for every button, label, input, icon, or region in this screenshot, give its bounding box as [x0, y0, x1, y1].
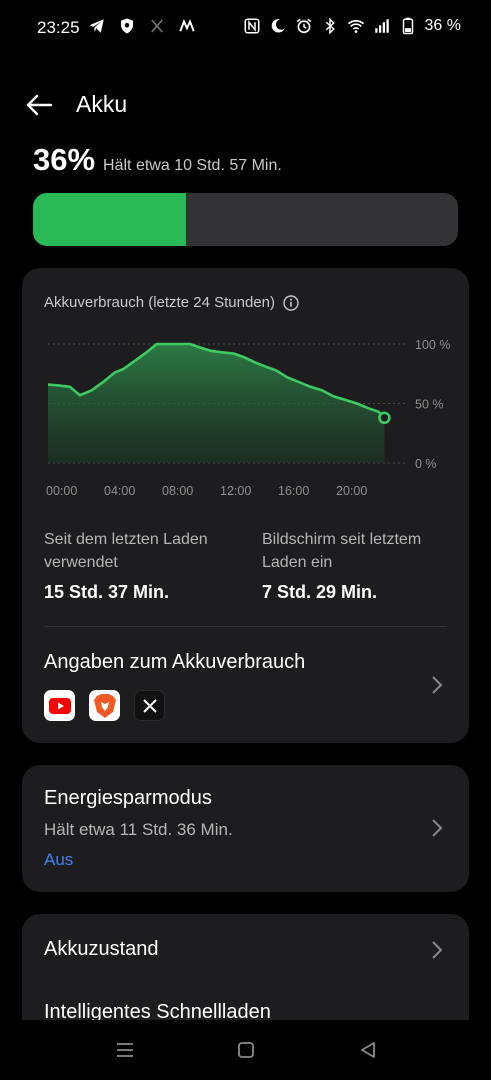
battery-level-fill — [33, 193, 186, 246]
x-app-icon — [134, 690, 165, 721]
stat-screen-value: 7 Std. 29 Min. — [262, 582, 378, 602]
x-icon — [148, 17, 166, 35]
shield-icon — [118, 17, 136, 35]
power-saver-title: Energiesparmodus — [44, 787, 212, 809]
signal-icon — [373, 17, 391, 35]
battery-level-bar — [33, 193, 458, 246]
current-level-point — [378, 411, 391, 425]
notification-icons — [88, 17, 196, 35]
page-title: Akku — [76, 91, 128, 117]
system-icons: 36 % — [243, 17, 461, 35]
y-tick-label: 100 % — [415, 338, 450, 352]
navigation-bar — [0, 1020, 491, 1080]
y-tick-label: 0 % — [415, 457, 437, 471]
power-saver-card[interactable]: Energiesparmodus Hält etwa 11 Std. 36 Mi… — [22, 765, 469, 892]
back-icon — [361, 1042, 375, 1058]
menu-button[interactable] — [113, 1038, 137, 1062]
home-button[interactable] — [234, 1038, 258, 1062]
battery-percent: 36 % — [424, 17, 461, 34]
usage-details-row[interactable]: Angaben zum Akkuverbrauch — [22, 627, 469, 743]
brave-icon — [89, 690, 120, 721]
status-bar: 23:25 36 % — [0, 0, 491, 56]
battery-health-title: Akkuzustand — [44, 938, 159, 960]
battery-remaining: Hält etwa 10 Std. 57 Min. — [103, 157, 282, 174]
app-header: Akku — [0, 80, 491, 130]
usage-details-title: Angaben zum Akkuverbrauch — [44, 651, 306, 673]
bluetooth-icon — [321, 17, 339, 35]
battery-percent-large: 36% — [33, 142, 96, 177]
stat-usage-label: Seit dem letzten Laden verwendet — [44, 531, 208, 571]
battery-health-row[interactable]: Akkuzustand — [22, 914, 469, 984]
x-tick-label: 12:00 — [220, 484, 251, 498]
battery-usage-chart[interactable]: 100 % 50 % 0 % 00:00 04:00 08:00 12:00 16:00 20… — [22, 268, 469, 508]
battery-settings-card: Akkuzustand Intelligentes Schnellladen — [22, 914, 469, 1024]
stat-screen-label: Bildschirm seit letztem Laden ein — [262, 531, 422, 571]
alarm-icon — [295, 17, 313, 35]
telegram-icon — [88, 17, 106, 35]
app-icons — [44, 690, 165, 721]
x-tick-label: 00:00 — [46, 484, 77, 498]
y-tick-label: 50 % — [415, 398, 444, 412]
usage-area — [48, 344, 385, 463]
stat-usage-value: 15 Std. 37 Min. — [44, 582, 170, 602]
fast-charge-row[interactable]: Intelligentes Schnellladen — [22, 984, 469, 1024]
chevron-right-icon — [432, 676, 443, 694]
arrow-left-icon — [26, 94, 53, 116]
wifi-icon — [347, 17, 365, 35]
menu-icon — [117, 1043, 133, 1057]
power-saver-status: Aus — [44, 850, 74, 869]
x-tick-label: 04:00 — [104, 484, 135, 498]
x-tick-label: 08:00 — [162, 484, 193, 498]
chevron-right-icon — [432, 819, 443, 837]
moon-icon — [269, 17, 287, 35]
back-button[interactable] — [22, 90, 56, 120]
chevron-right-icon — [432, 941, 443, 959]
x-tick-label: 16:00 — [278, 484, 309, 498]
battery-icon — [399, 17, 417, 35]
x-tick-label: 20:00 — [336, 484, 367, 498]
back-nav-button[interactable] — [356, 1038, 380, 1062]
power-saver-estimate: Hält etwa 11 Std. 36 Min. — [44, 820, 233, 839]
battery-summary: 36% Hält etwa 10 Std. 57 Min. — [33, 142, 282, 178]
status-time: 23:25 — [37, 18, 80, 37]
battery-usage-card: Akkuverbrauch (letzte 24 Stunden) 100 % 5… — [22, 268, 469, 743]
youtube-icon — [44, 690, 75, 721]
home-icon — [238, 1042, 254, 1058]
m-icon — [178, 17, 196, 35]
nfc-icon — [243, 17, 261, 35]
